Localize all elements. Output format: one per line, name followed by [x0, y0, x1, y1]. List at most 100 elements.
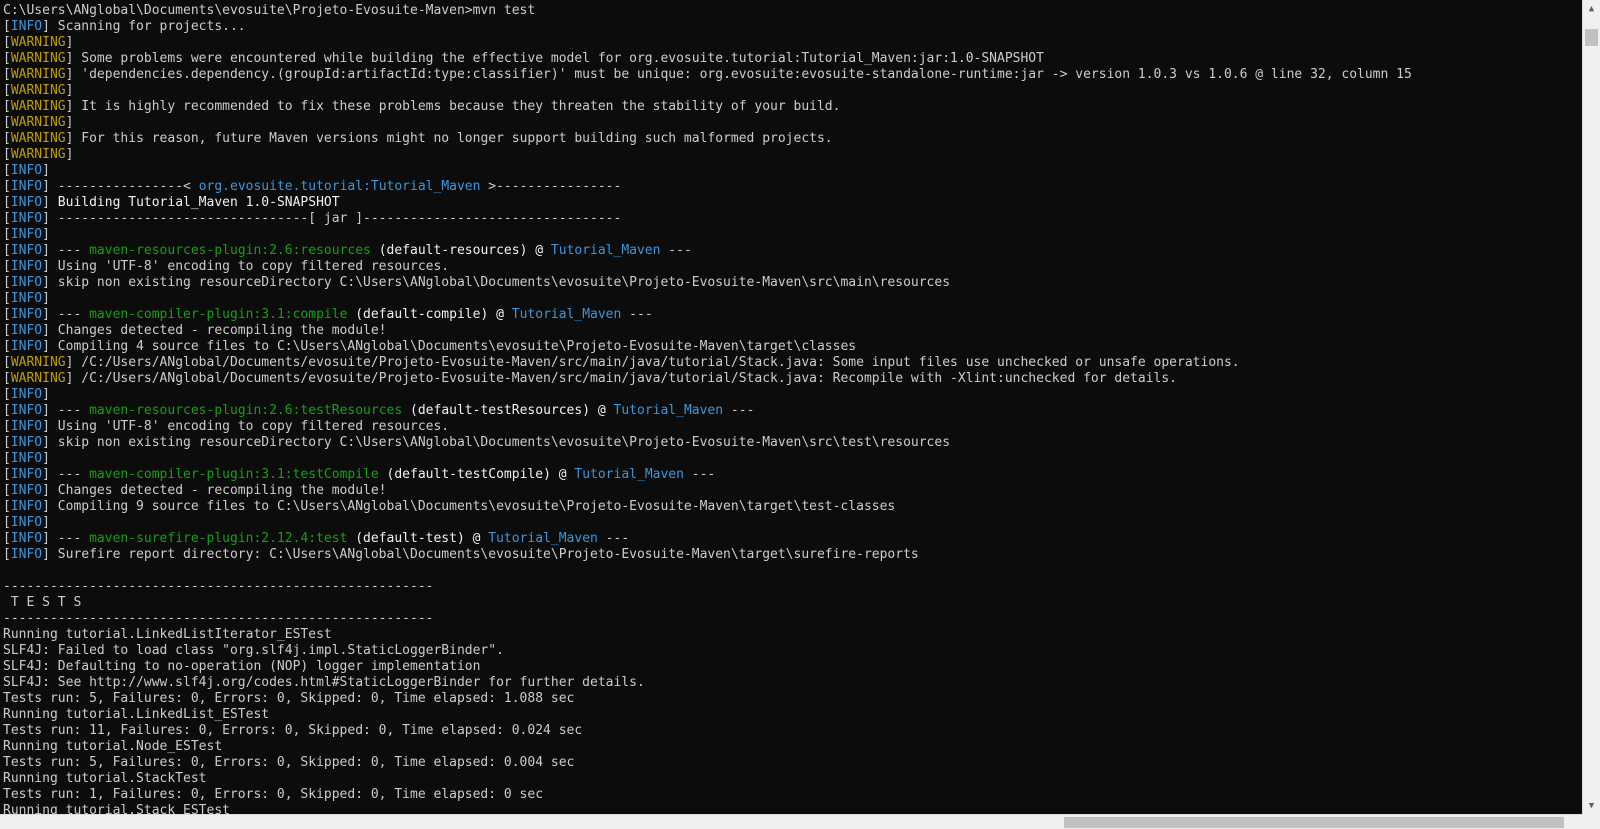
- console-text: ] Using 'UTF-8' encoding to copy filtere…: [42, 419, 450, 434]
- log-level-warning: WARNING: [10, 67, 66, 82]
- console-lines: C:\Users\ANglobal\Documents\evosuite\Pro…: [0, 0, 1582, 814]
- project-name: Tutorial_Maven: [550, 243, 661, 258]
- console-text: ] ---: [42, 467, 90, 482]
- console-line: [INFO] Using 'UTF-8' encoding to copy fi…: [3, 259, 1582, 275]
- log-level-info: INFO: [10, 275, 43, 290]
- console-text: Tests run: 5, Failures: 0, Errors: 0, Sk…: [3, 691, 575, 706]
- console-text: Running tutorial.Stack_ESTest: [3, 803, 230, 814]
- log-level-warning: WARNING: [10, 131, 66, 146]
- console-line: SLF4J: See http://www.slf4j.org/codes.ht…: [3, 675, 1582, 691]
- log-level-warning: WARNING: [10, 371, 66, 386]
- console-text: ---: [621, 307, 653, 322]
- console-text: [: [3, 131, 11, 146]
- plugin-name: maven-resources-plugin:2.6:testResources: [89, 403, 403, 418]
- chevron-down-icon[interactable]: ▼: [1583, 797, 1600, 814]
- console-text: ] Changes detected - recompiling the mod…: [42, 323, 387, 338]
- console-text: ]: [65, 35, 74, 50]
- console-text: [: [3, 275, 11, 290]
- console-line: ----------------------------------------…: [3, 579, 1582, 595]
- console-text: [: [3, 211, 11, 226]
- console-line: [INFO]: [3, 227, 1582, 243]
- console-line: [INFO] Using 'UTF-8' encoding to copy fi…: [3, 419, 1582, 435]
- log-level-info: INFO: [10, 195, 43, 210]
- plugin-name: maven-surefire-plugin:2.12.4:test: [89, 531, 348, 546]
- console-text: [: [3, 19, 11, 34]
- console-line: [INFO] ----------------< org.evosuite.tu…: [3, 179, 1582, 195]
- project-name: Tutorial_Maven: [613, 403, 724, 418]
- log-level-info: INFO: [10, 227, 43, 242]
- console-text: [: [3, 499, 11, 514]
- log-level-warning: WARNING: [10, 35, 66, 50]
- console-text: ] ---: [42, 243, 90, 258]
- console-text: [: [3, 291, 11, 306]
- console-text: [: [3, 227, 11, 242]
- console-text: ] --------------------------------[ jar …: [42, 211, 622, 226]
- console-text: ]: [42, 387, 50, 402]
- console-text: ] ---: [42, 307, 90, 322]
- console-text: [: [3, 35, 11, 50]
- log-level-info: INFO: [10, 259, 43, 274]
- console-text: ]: [42, 515, 50, 530]
- console-output[interactable]: C:\Users\ANglobal\Documents\evosuite\Pro…: [0, 0, 1582, 814]
- console-text: ] Changes detected - recompiling the mod…: [42, 483, 387, 498]
- console-text: ] 'dependencies.dependency.(groupId:arti…: [65, 67, 1412, 82]
- log-level-info: INFO: [10, 291, 43, 306]
- console-line: [INFO] Building Tutorial_Maven 1.0-SNAPS…: [3, 195, 1582, 211]
- console-line: [INFO] skip non existing resourceDirecto…: [3, 435, 1582, 451]
- vertical-scroll-thumb[interactable]: [1585, 29, 1598, 46]
- console-text: [: [3, 259, 11, 274]
- console-text: Running tutorial.LinkedList_ESTest: [3, 707, 270, 722]
- console-text: [: [3, 483, 11, 498]
- console-text: ]: [65, 83, 74, 98]
- vertical-scrollbar[interactable]: ▲ ▼: [1582, 0, 1600, 814]
- console-text: Running tutorial.Node_ESTest: [3, 739, 223, 754]
- console-text: [: [3, 419, 11, 434]
- console-line: [INFO] --- maven-surefire-plugin:2.12.4:…: [3, 531, 1582, 547]
- console-text: [: [3, 195, 11, 210]
- scrollbar-corner: [1582, 814, 1600, 829]
- chevron-up-icon[interactable]: ▲: [1583, 0, 1600, 17]
- console-text: T E S T S: [3, 595, 82, 610]
- log-level-info: INFO: [10, 339, 43, 354]
- console-line: Running tutorial.LinkedListIterator_ESTe…: [3, 627, 1582, 643]
- log-level-info: INFO: [10, 211, 43, 226]
- console-line: [WARNING] It is highly recommended to fi…: [3, 99, 1582, 115]
- console-text: [: [3, 467, 11, 482]
- console-text: ]: [42, 291, 50, 306]
- console-line: [WARNING]: [3, 35, 1582, 51]
- console-text: >----------------: [480, 179, 622, 194]
- project-name: Tutorial_Maven: [574, 467, 684, 482]
- log-level-info: INFO: [10, 531, 43, 546]
- console-line: [WARNING] 'dependencies.dependency.(grou…: [3, 67, 1582, 83]
- console-text: ----------------------------------------…: [3, 579, 434, 594]
- console-text: [: [3, 163, 11, 178]
- console-line: [WARNING] Some problems were encountered…: [3, 51, 1582, 67]
- console-line: [INFO] Compiling 4 source files to C:\Us…: [3, 339, 1582, 355]
- project-name: Tutorial_Maven: [511, 307, 622, 322]
- horizontal-scroll-thumb[interactable]: [1064, 817, 1564, 828]
- console-line: [WARNING] /C:/Users/ANglobal/Documents/e…: [3, 355, 1582, 371]
- log-level-info: INFO: [10, 499, 43, 514]
- console-text: SLF4J: See http://www.slf4j.org/codes.ht…: [3, 675, 645, 690]
- console-line: [INFO] Changes detected - recompiling th…: [3, 483, 1582, 499]
- console-text: [: [3, 547, 11, 562]
- plugin-name: maven-compiler-plugin:3.1:compile: [89, 307, 348, 322]
- console-text: ] ---: [42, 403, 90, 418]
- console-line: SLF4J: Failed to load class "org.slf4j.i…: [3, 643, 1582, 659]
- console-text: [: [3, 371, 11, 386]
- console-text: [: [3, 451, 11, 466]
- console-text: [: [3, 83, 11, 98]
- console-line: [INFO] Scanning for projects...: [3, 19, 1582, 35]
- console-text: [: [3, 355, 11, 370]
- console-line: [INFO]: [3, 515, 1582, 531]
- log-level-info: INFO: [10, 435, 43, 450]
- console-text: ] Surefire report directory: C:\Users\AN…: [42, 547, 919, 562]
- console-line: T E S T S: [3, 595, 1582, 611]
- log-level-info: INFO: [10, 403, 43, 418]
- console-text: (default-compile) @: [347, 307, 512, 322]
- console-text: [: [3, 323, 11, 338]
- horizontal-scrollbar[interactable]: [0, 814, 1582, 829]
- log-level-info: INFO: [10, 19, 43, 34]
- log-level-info: INFO: [10, 243, 43, 258]
- console-line: [INFO] --- maven-resources-plugin:2.6:re…: [3, 243, 1582, 259]
